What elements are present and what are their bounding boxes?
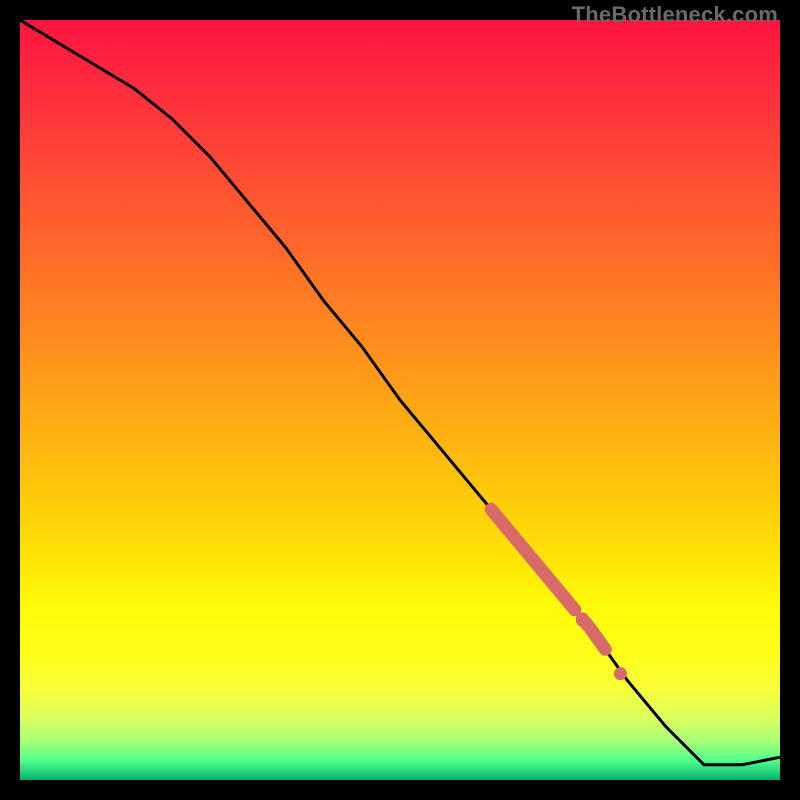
plot-area	[20, 20, 780, 780]
bottleneck-curve	[20, 20, 780, 765]
highlight-range	[491, 509, 575, 609]
watermark-text: TheBottleneck.com	[572, 2, 778, 28]
highlight-point	[576, 614, 589, 627]
highlight-segments	[491, 509, 627, 680]
highlight-point	[614, 667, 627, 680]
chart-stage: TheBottleneck.com	[0, 0, 800, 800]
curve-overlay	[20, 20, 780, 780]
